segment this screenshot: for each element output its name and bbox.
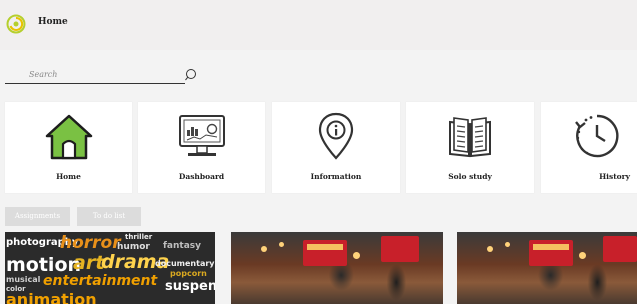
word-cloud-word: horror xyxy=(60,233,121,253)
word-cloud-word: entertainment xyxy=(43,273,158,289)
search-bar xyxy=(5,67,185,84)
logo-icon xyxy=(6,14,26,34)
photo-light-shape xyxy=(487,246,493,252)
word-cloud-word: popcorn xyxy=(170,269,207,278)
photo-light-shape xyxy=(579,252,586,259)
photo-bus-shape xyxy=(381,236,419,262)
word-cloud-word: documentary xyxy=(155,259,215,268)
top-bar: Home xyxy=(0,0,637,50)
photo-light-shape xyxy=(261,246,267,252)
photo-window-shape xyxy=(307,244,343,250)
tile-information[interactable]: Information xyxy=(272,102,400,193)
city-photo-card[interactable] xyxy=(457,232,637,304)
tile-home[interactable]: Home xyxy=(5,102,132,193)
to-do-list-button[interactable]: To do list xyxy=(77,207,141,226)
tile-label: Solo study xyxy=(448,172,492,181)
tile-label: Information xyxy=(310,172,362,181)
search-icon[interactable] xyxy=(184,68,200,84)
photo-light-shape xyxy=(353,252,360,259)
tile-label: History xyxy=(599,172,630,181)
assignments-button[interactable]: Assignments xyxy=(5,207,70,226)
tile-solo-study[interactable]: Solo study xyxy=(406,102,534,193)
photo-light-shape xyxy=(505,242,510,247)
tile-label: Home xyxy=(56,172,81,181)
word-cloud-word: animation xyxy=(6,290,97,304)
photo-bus-shape xyxy=(603,236,637,262)
tile-history[interactable]: History xyxy=(541,102,637,193)
city-photo-card[interactable] xyxy=(231,232,443,304)
book-icon xyxy=(449,117,491,158)
page-title: Home xyxy=(38,17,68,27)
tile-dashboard[interactable]: Dashboard xyxy=(138,102,265,193)
word-cloud-word: thriller xyxy=(125,233,153,241)
photo-window-shape xyxy=(533,244,569,250)
word-cloud-word: suspense xyxy=(165,279,215,294)
tile-label: Dashboard xyxy=(178,172,225,181)
photo-light-shape xyxy=(279,242,284,247)
monitor-chart-icon xyxy=(178,115,225,156)
house-icon xyxy=(45,114,92,160)
search-input[interactable] xyxy=(5,67,181,81)
word-cloud-card[interactable]: photography horror thriller humor fantas… xyxy=(5,232,215,304)
word-cloud-word: art xyxy=(73,252,105,274)
word-cloud-word: fantasy xyxy=(163,241,201,251)
word-cloud-word: musical xyxy=(6,275,41,284)
info-pin-icon xyxy=(318,112,354,160)
history-clock-icon xyxy=(575,114,619,158)
